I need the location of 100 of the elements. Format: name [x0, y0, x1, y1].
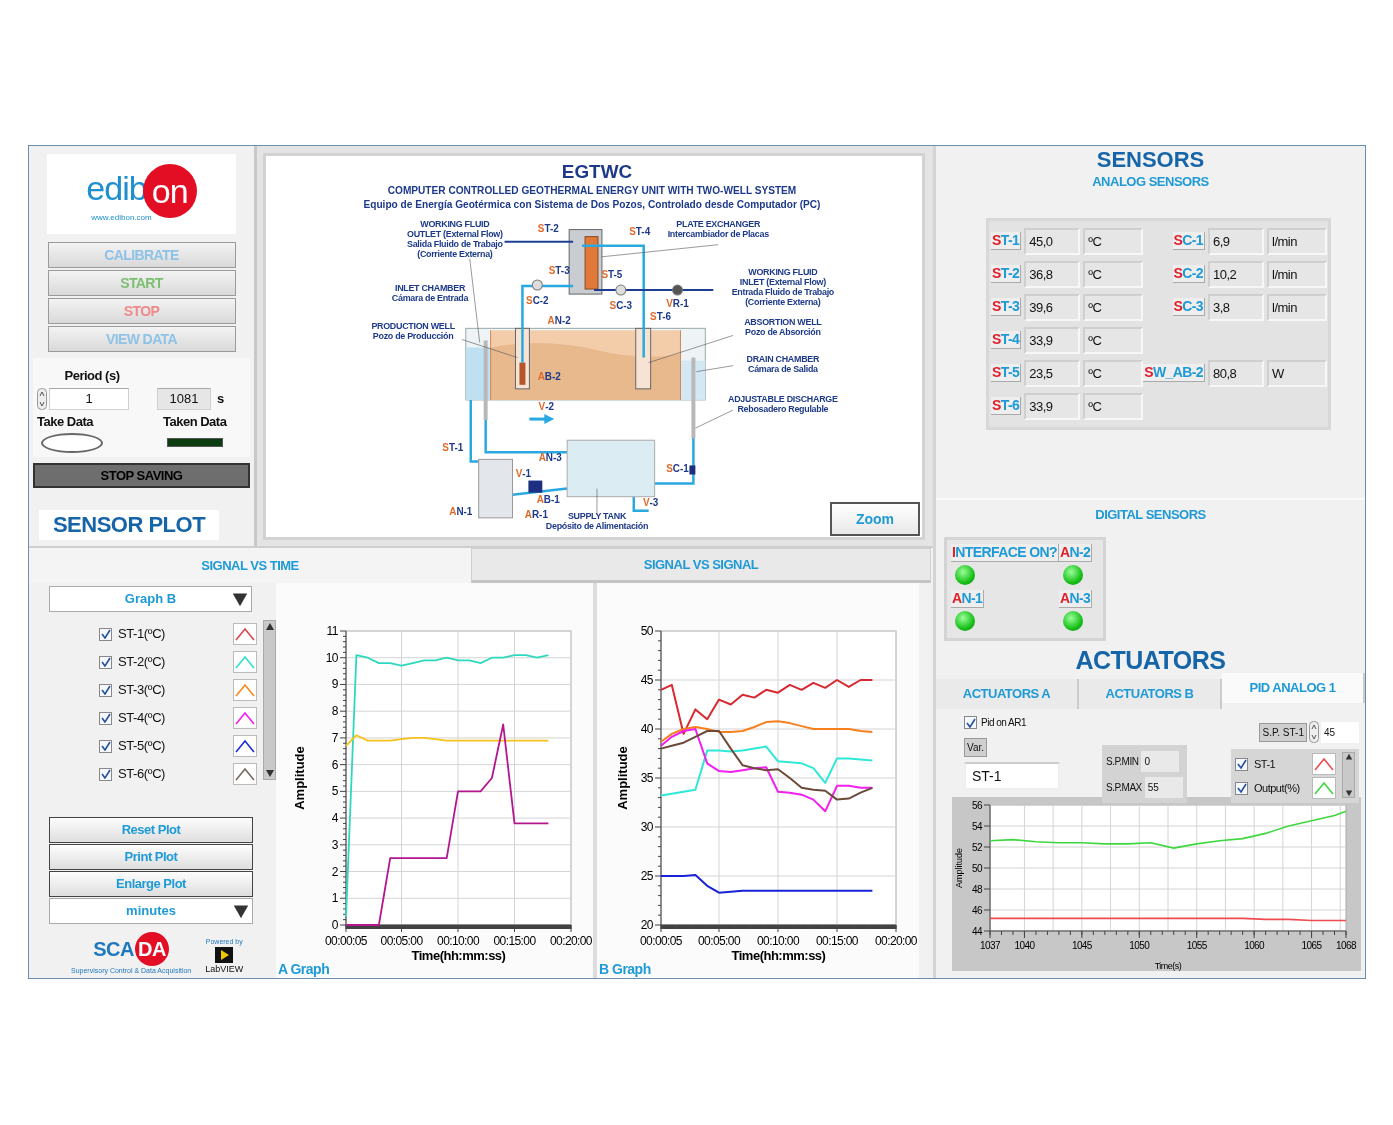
section-subtitle: ANALOG SENSORS — [1091, 173, 1210, 191]
axis-tick-label: 00:00:05 — [640, 934, 682, 948]
diagram-subtitle: Equipo de Energía Geotérmica con Sistema de Dos Pozos, Controlado desde Computador (PC) — [363, 199, 821, 211]
zoom-button[interactable]: Zoom — [830, 502, 920, 536]
axis-tick-label: 54 — [971, 821, 982, 832]
axis-tick-label: 50 — [971, 863, 982, 874]
axis-tick-label: 00:20:00 — [875, 934, 917, 948]
axis-tick-label: 45 — [640, 673, 653, 687]
graph-title: B Graph — [599, 961, 651, 977]
value-field: 33,9 — [1024, 326, 1081, 354]
field-label: Var. — [964, 738, 988, 757]
checkbox[interactable] — [99, 711, 112, 725]
control-button[interactable]: CALIBRATE — [47, 242, 236, 268]
setpoint-field[interactable]: 0 — [1141, 750, 1180, 772]
diagram-tag: V-3 — [642, 496, 659, 508]
diagram-tag: AB-2 — [537, 370, 561, 382]
spinner-arrows-icon[interactable] — [1309, 721, 1319, 743]
section-title: SENSORS — [1095, 148, 1206, 172]
diagram-tag: ST-4 — [629, 225, 651, 237]
checkbox[interactable] — [99, 683, 112, 697]
field-label: S.P.MIN — [1106, 754, 1139, 769]
graph-dropdown[interactable]: Graph B — [49, 586, 252, 612]
diagram-caption: PRODUCTION WELL Pozo de Producción — [371, 321, 455, 342]
unit-field: ºC — [1083, 359, 1144, 387]
axis-tick-label: 1065 — [1301, 940, 1322, 951]
plot-button[interactable]: Print Plot — [49, 844, 253, 870]
stop-saving-button[interactable]: STOP SAVING — [33, 463, 250, 488]
unit-field: l/min — [1267, 293, 1327, 321]
plot-button[interactable]: Enlarge Plot — [49, 871, 253, 897]
diagram-caption: INLET CHAMBER Cámara de Entrada — [391, 283, 469, 304]
sensor-tag: AN-3 — [1059, 589, 1093, 608]
period-label: Period (s) — [63, 367, 121, 385]
diagram-caption: WORKING FLUID INLET (External Flow) Entrada Fluido de Trabajo (Corriente Externa) — [731, 266, 834, 308]
unit-field: ºC — [1083, 227, 1144, 255]
axis-tick-label: 4 — [331, 811, 338, 826]
checkbox[interactable] — [1235, 781, 1248, 795]
axis-tick-label: 56 — [971, 800, 982, 811]
axis-tick-label: 1060 — [1244, 940, 1265, 951]
checkbox[interactable] — [99, 627, 112, 641]
checkbox[interactable] — [99, 655, 112, 669]
time-unit-dropdown[interactable]: minutes — [49, 898, 253, 924]
diagram-tag: SC-2 — [526, 295, 549, 307]
scrollbar[interactable] — [1342, 752, 1355, 798]
checkbox[interactable] — [99, 767, 112, 781]
checkbox[interactable] — [1235, 757, 1248, 771]
axis-tick-label: 46 — [971, 905, 982, 916]
take-data-toggle[interactable] — [41, 433, 103, 453]
diagram-subtitle: COMPUTER CONTROLLED GEOTHERMAL ENERGY UNIT WITH TWO-WELL SYSTEM — [387, 185, 797, 197]
period-field[interactable]: 1 — [49, 387, 129, 410]
axis-tick-label: 35 — [640, 771, 653, 785]
diagram-tag: ST-2 — [537, 222, 559, 234]
value-field: 80,8 — [1208, 359, 1264, 387]
value-field: 36,8 — [1024, 260, 1081, 288]
axis-tick-label: 00:20:00 — [550, 934, 592, 948]
checkbox[interactable] — [99, 739, 112, 753]
tab[interactable]: ACTUATORS B — [1079, 679, 1222, 709]
axis-tick-label: 7 — [331, 730, 338, 745]
scrollbar[interactable] — [263, 620, 276, 780]
field-label: S.P.MAX — [1106, 780, 1142, 795]
variable-field[interactable]: ST-1 — [964, 762, 1060, 790]
axis-tick-label: 40 — [640, 722, 653, 736]
diagram-tag: VR-1 — [666, 298, 689, 310]
axis-title: Amplitude — [292, 746, 307, 810]
axis-tick-label: 44 — [971, 926, 982, 937]
axis-title: Amplitude — [615, 746, 630, 810]
section-title: ACTUATORS — [1074, 645, 1227, 675]
axis-tick-label: 1040 — [1014, 940, 1035, 951]
section-subtitle: DIGITAL SENSORS — [1094, 506, 1207, 524]
field-label: S.P. ST-1 — [1259, 722, 1307, 742]
control-button[interactable]: START — [47, 270, 236, 296]
tab[interactable]: PID ANALOG 1 — [1222, 673, 1365, 703]
sensor-tag: ST-6 — [991, 397, 1022, 415]
diagram-caption: PLATE EXCHANGER Intercambiador de Placas — [667, 218, 769, 239]
axis-title: Time(hh:mm:ss) — [731, 948, 826, 963]
diagram-tag: AR-1 — [524, 508, 548, 520]
unit-field: l/min — [1267, 260, 1327, 288]
sensor-tag: AN-1 — [951, 589, 985, 608]
sensor-tag: ST-5 — [991, 364, 1022, 382]
checkbox[interactable] — [964, 716, 977, 729]
axis-tick-label: 6 — [331, 757, 338, 772]
control-button[interactable]: STOP — [47, 298, 236, 324]
value-field: 33,9 — [1024, 392, 1081, 420]
plot-button[interactable]: Reset Plot — [49, 817, 253, 843]
labview-icon — [215, 947, 234, 963]
axis-tick-label: 48 — [971, 884, 982, 895]
value-field: 39,6 — [1024, 293, 1081, 321]
spinner-arrows-icon[interactable] — [37, 387, 47, 410]
axis-tick-label: 2 — [331, 864, 338, 879]
value-field: 3,8 — [1208, 293, 1264, 321]
diagram-tag: AN-1 — [449, 505, 473, 517]
diagram-tag: V-2 — [538, 400, 555, 412]
taken-data-label: Taken Data — [162, 412, 228, 431]
axis-title: Time(hh:mm:ss) — [411, 948, 506, 963]
setpoint-field[interactable]: 55 — [1144, 776, 1183, 798]
control-button[interactable]: VIEW DATA — [47, 326, 236, 352]
tab[interactable]: SIGNAL VS SIGNAL — [471, 548, 931, 583]
axis-tick-label: 1050 — [1129, 940, 1150, 951]
setpoint-field[interactable]: 45 — [1321, 721, 1359, 743]
tab[interactable]: ACTUATORS A — [936, 679, 1079, 709]
diagram-tag: ST-1 — [442, 442, 464, 454]
